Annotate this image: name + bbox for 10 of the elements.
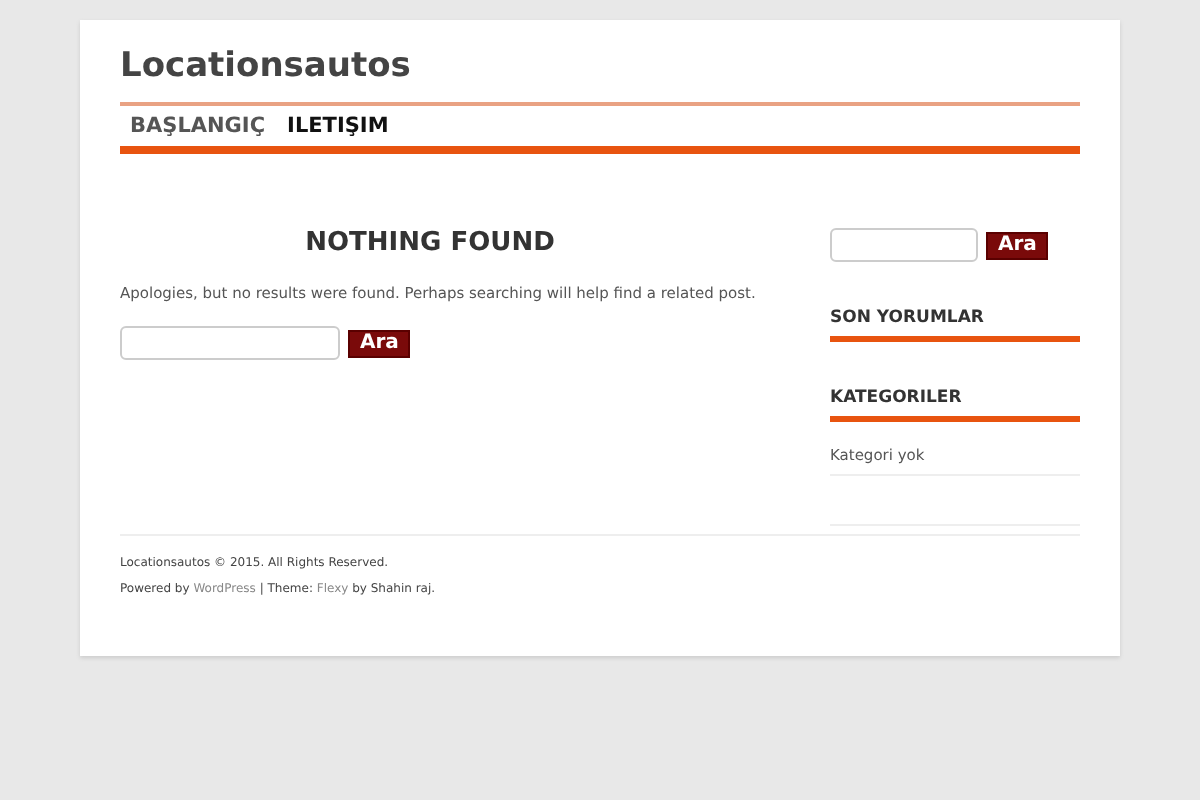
search-field[interactable] xyxy=(830,228,978,262)
site-title: Locationsautos xyxy=(120,44,413,82)
nav-link[interactable]: ILETIŞIM xyxy=(287,114,389,138)
widget-title: KATEGORILER xyxy=(830,386,1080,422)
page-heading: NOTHING FOUND xyxy=(303,228,557,260)
search-button[interactable]: Ara xyxy=(986,231,1049,259)
widget-title: SON YORUMLAR xyxy=(830,306,1080,342)
search-button[interactable]: Ara xyxy=(348,329,411,357)
nav-link[interactable]: BAŞLANGIÇ xyxy=(130,114,266,138)
search-field[interactable] xyxy=(120,326,340,360)
